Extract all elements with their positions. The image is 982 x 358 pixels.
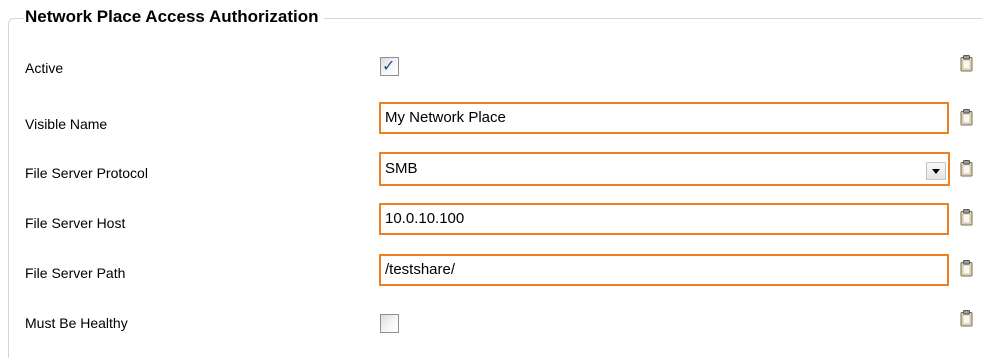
row-healthy: Must Be Healthy bbox=[0, 306, 982, 340]
active-checkbox[interactable]: ✓ bbox=[380, 56, 399, 76]
active-label: Active bbox=[25, 60, 64, 76]
visible-name-input[interactable]: My Network Place bbox=[379, 102, 949, 134]
clipboard-icon[interactable] bbox=[960, 310, 973, 327]
row-protocol: File Server Protocol SMB bbox=[0, 152, 982, 186]
path-input[interactable]: /testshare/ bbox=[379, 254, 949, 286]
clipboard-icon[interactable] bbox=[960, 55, 973, 72]
row-path: File Server Path /testshare/ bbox=[0, 254, 982, 288]
checkmark-icon: ✓ bbox=[382, 56, 396, 75]
clipboard-icon[interactable] bbox=[960, 260, 973, 277]
protocol-selected-value: SMB bbox=[385, 160, 418, 177]
clipboard-icon[interactable] bbox=[960, 160, 973, 177]
chevron-down-icon[interactable] bbox=[926, 162, 946, 180]
visible-name-label: Visible Name bbox=[25, 116, 108, 132]
healthy-checkbox[interactable] bbox=[380, 314, 399, 333]
host-label: File Server Host bbox=[25, 215, 126, 231]
healthy-label: Must Be Healthy bbox=[25, 315, 128, 331]
clipboard-icon[interactable] bbox=[960, 209, 973, 226]
protocol-select[interactable]: SMB bbox=[379, 152, 950, 186]
row-active: Active ✓ bbox=[0, 52, 982, 86]
row-host: File Server Host 10.0.10.100 bbox=[0, 203, 982, 237]
host-input[interactable]: 10.0.10.100 bbox=[379, 203, 949, 235]
clipboard-icon[interactable] bbox=[960, 109, 973, 126]
protocol-label: File Server Protocol bbox=[25, 165, 148, 181]
path-label: File Server Path bbox=[25, 265, 126, 281]
section-title: Network Place Access Authorization bbox=[24, 6, 324, 28]
row-visible-name: Visible Name My Network Place bbox=[0, 101, 982, 135]
